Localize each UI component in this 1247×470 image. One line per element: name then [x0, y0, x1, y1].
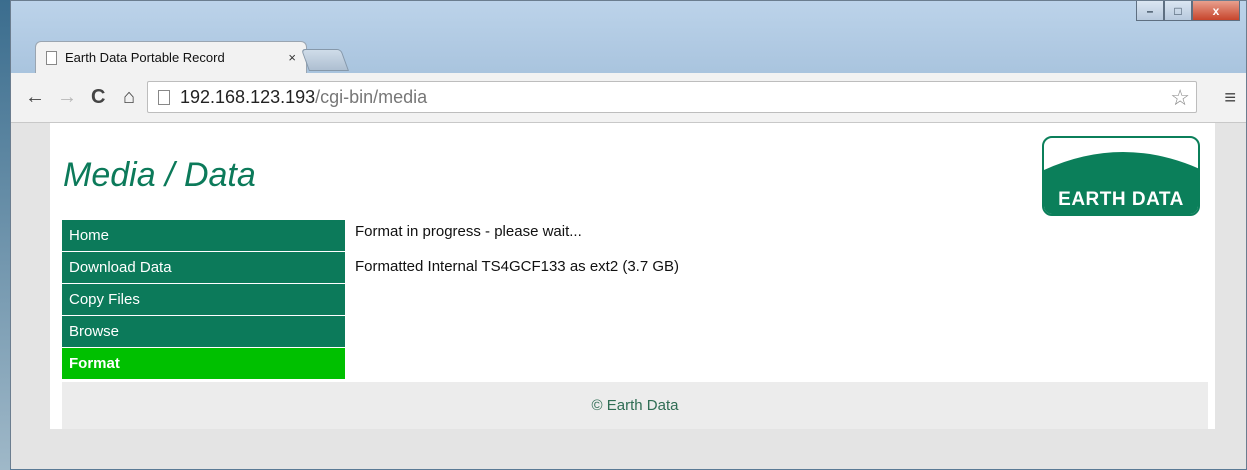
address-bar[interactable]: 192.168.123.193/cgi-bin/media ☆: [147, 81, 1197, 113]
browser-window: – □ x Earth Data Portable Record × ← → C…: [10, 0, 1247, 469]
close-window-button[interactable]: x: [1192, 1, 1240, 21]
bookmark-star-icon[interactable]: ☆: [1170, 85, 1190, 111]
result-message: Formatted Internal TS4GCF133 as ext2 (3.…: [355, 258, 680, 275]
tab-close-icon[interactable]: ×: [288, 50, 296, 65]
logo-text: EARTH DATA: [1058, 189, 1184, 210]
sidebar-item-download-data[interactable]: Download Data: [62, 252, 345, 283]
home-icon[interactable]: ⌂: [123, 87, 135, 107]
forward-icon[interactable]: →: [57, 87, 77, 107]
sidebar-item-format[interactable]: Format: [62, 348, 345, 379]
window-controls: – □ x: [1136, 1, 1240, 21]
tab-title: Earth Data Portable Record: [65, 50, 225, 65]
new-tab-button[interactable]: [300, 49, 350, 71]
sidebar-item-browse[interactable]: Browse: [62, 316, 345, 347]
page-viewport: Media / Data EARTH DATA Home Download Da…: [11, 123, 1246, 469]
page-footer: © Earth Data: [62, 382, 1208, 429]
page-container: Media / Data EARTH DATA Home Download Da…: [50, 123, 1215, 429]
sidebar-item-copy-files[interactable]: Copy Files: [62, 284, 345, 315]
earth-data-logo: EARTH DATA: [1042, 136, 1200, 216]
page-title: Media / Data: [63, 156, 256, 194]
url-host: 192.168.123.193: [180, 87, 316, 107]
desktop-background: [0, 0, 10, 470]
main-content: Format in progress - please wait... Form…: [355, 223, 679, 293]
sidebar-nav: Home Download Data Copy Files Browse For…: [62, 220, 345, 380]
page-info-icon: [158, 90, 170, 105]
page-icon: [46, 50, 57, 65]
url-text: 192.168.123.193/cgi-bin/media: [180, 87, 427, 108]
sidebar-item-home[interactable]: Home: [62, 220, 345, 251]
back-icon[interactable]: ←: [25, 87, 45, 107]
url-path: /cgi-bin/media: [315, 87, 428, 107]
browser-toolbar: ← → C ⌂ 192.168.123.193/cgi-bin/media ☆ …: [11, 73, 1246, 123]
status-message: Format in progress - please wait...: [355, 223, 582, 240]
reload-icon[interactable]: C: [91, 87, 105, 107]
browser-tab[interactable]: Earth Data Portable Record ×: [35, 41, 307, 73]
browser-menu-icon[interactable]: ≡: [1224, 87, 1236, 110]
title-bar: – □ x Earth Data Portable Record ×: [11, 1, 1246, 73]
maximize-button[interactable]: □: [1164, 1, 1192, 21]
minimize-button[interactable]: –: [1136, 1, 1164, 21]
